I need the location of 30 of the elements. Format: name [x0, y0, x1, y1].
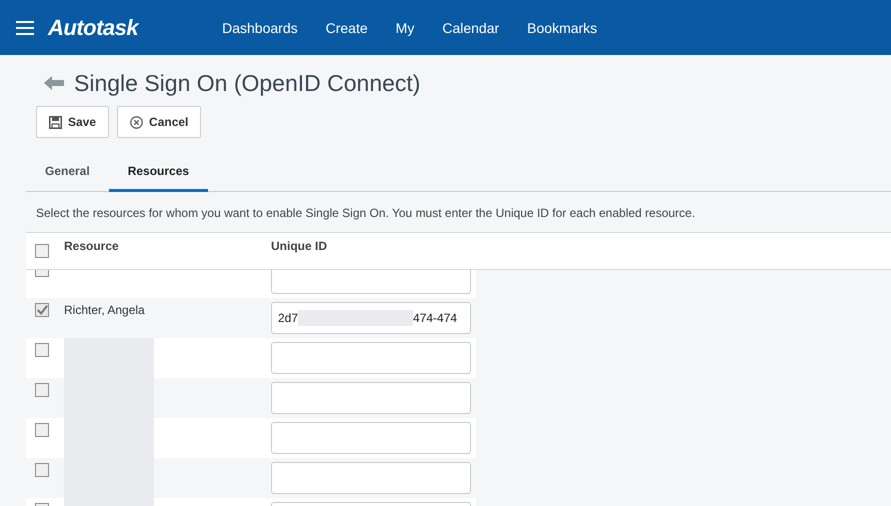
- menu-icon[interactable]: [16, 20, 34, 34]
- unique-id-field[interactable]: 2d7 474-474: [271, 302, 471, 334]
- page-title: Single Sign On (OpenID Connect): [74, 70, 420, 96]
- brand-logo[interactable]: Autotask: [48, 14, 138, 40]
- nav-link[interactable]: Create: [326, 20, 368, 36]
- row-checkbox[interactable]: [35, 383, 49, 397]
- cancel-button[interactable]: Cancel: [117, 106, 202, 138]
- unique-id-field[interactable]: [271, 342, 471, 374]
- select-all-checkbox[interactable]: [35, 244, 49, 258]
- unique-id-field[interactable]: [271, 382, 471, 414]
- unique-id-field[interactable]: [271, 462, 471, 494]
- cancel-circle-icon: [130, 116, 144, 128]
- back-arrow-icon[interactable]: [44, 76, 64, 90]
- unique-id-field[interactable]: [271, 270, 471, 294]
- nav-link[interactable]: Calendar: [442, 20, 500, 36]
- row-checkbox[interactable]: [35, 423, 49, 437]
- nav-link[interactable]: Bookmarks: [527, 20, 598, 36]
- column-header: Resource: [64, 239, 120, 253]
- nav-link[interactable]: My: [396, 20, 414, 36]
- row-checkbox[interactable]: [35, 303, 49, 317]
- nav-link[interactable]: Dashboards: [222, 20, 298, 36]
- column-header: Unique ID: [271, 239, 327, 253]
- tab[interactable]: General: [26, 154, 109, 192]
- unique-id-field[interactable]: [271, 422, 471, 454]
- row-checkbox[interactable]: [35, 463, 49, 477]
- instruction-text: Select the resources for whom you want to enable Single Sign On. You must enter the Unique ID for each enabled resource.: [36, 206, 696, 220]
- save-button[interactable]: Save: [36, 106, 110, 138]
- tab[interactable]: Resources: [108, 154, 208, 192]
- resource-name: Richter, Angela: [64, 303, 145, 317]
- row-checkbox[interactable]: [35, 343, 49, 357]
